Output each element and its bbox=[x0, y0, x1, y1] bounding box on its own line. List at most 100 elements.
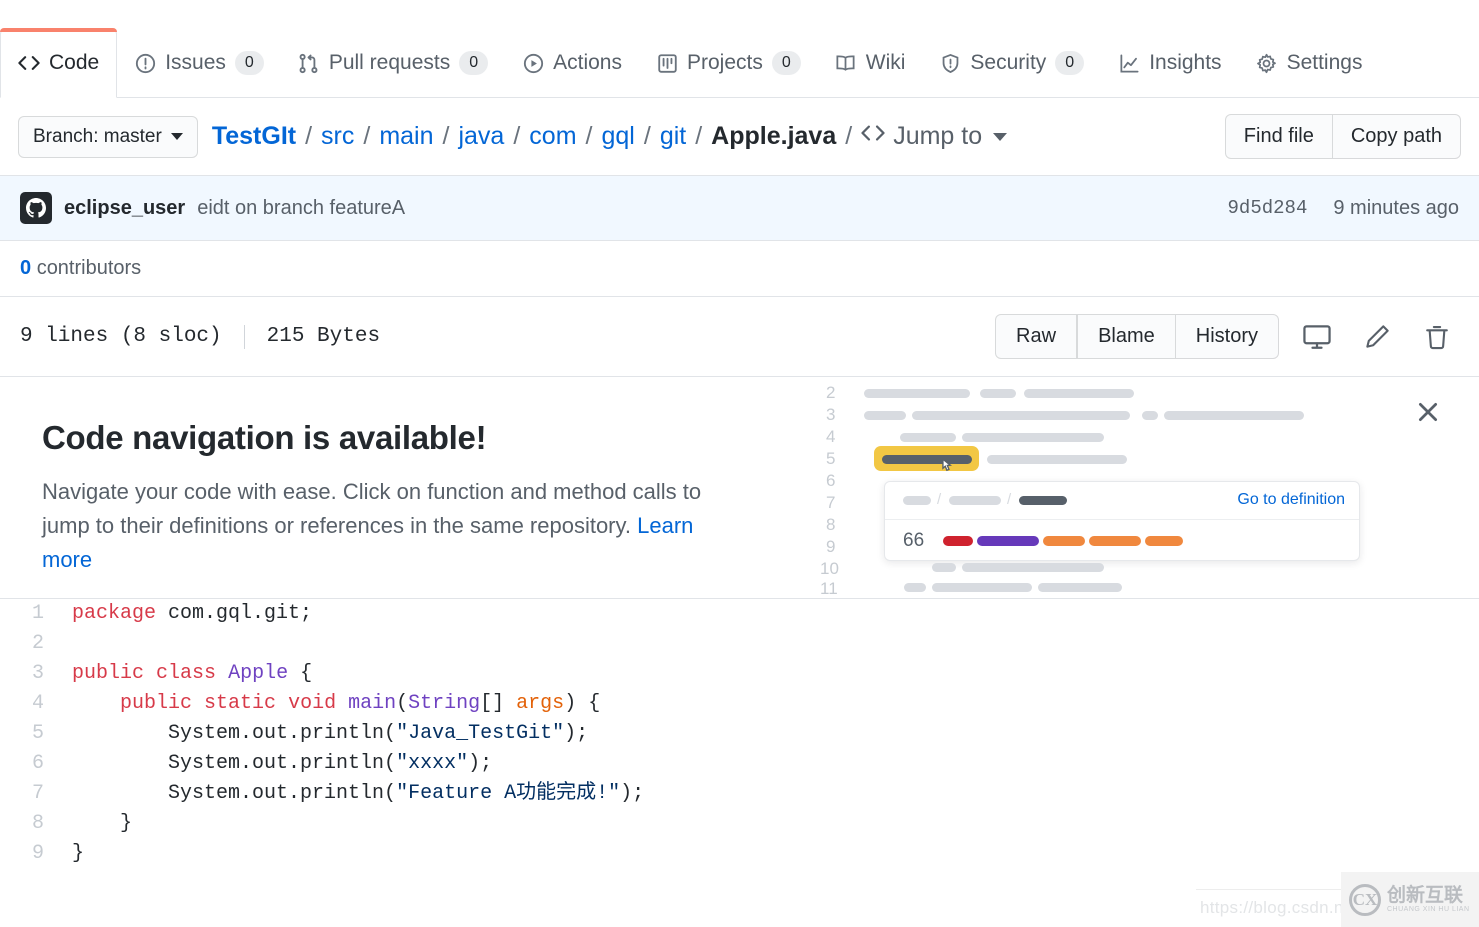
code-line-row: 8 } bbox=[0, 809, 1479, 839]
go-to-definition-link[interactable]: Go to definition bbox=[1237, 491, 1345, 509]
code-line-number[interactable]: 2 bbox=[0, 629, 62, 659]
illustration-line-number: 8 bbox=[826, 515, 835, 535]
code-line-number[interactable]: 9 bbox=[0, 839, 62, 869]
breadcrumb-folder-main[interactable]: main bbox=[379, 122, 433, 151]
code-line-content[interactable]: package com.gql.git; bbox=[62, 599, 1479, 629]
code-line-content[interactable]: System.out.println("xxxx"); bbox=[62, 749, 1479, 779]
illustration-bar-active bbox=[882, 455, 972, 464]
illustration-line-number: 6 bbox=[826, 471, 835, 491]
code-line-content[interactable]: System.out.println("Java_TestGit"); bbox=[62, 719, 1479, 749]
close-icon[interactable] bbox=[1411, 395, 1445, 429]
code-token: } bbox=[72, 812, 132, 835]
code-token: void bbox=[288, 692, 336, 715]
tab-issues-count: 0 bbox=[235, 51, 264, 76]
code-navigation-title: Code navigation is available! bbox=[42, 419, 760, 457]
commit-sha[interactable]: 9d5d284 bbox=[1228, 197, 1308, 219]
code-token: ) { bbox=[564, 692, 600, 715]
breadcrumb-separator: / bbox=[296, 122, 321, 151]
branch-selector-label: Branch: master bbox=[33, 126, 162, 148]
illustration-line-number: 9 bbox=[826, 537, 835, 557]
file-content-code: 1package com.gql.git;23public class Appl… bbox=[0, 599, 1479, 869]
tab-security[interactable]: Security 0 bbox=[922, 29, 1101, 97]
breadcrumb-folder-src[interactable]: src bbox=[321, 122, 354, 151]
tab-projects[interactable]: Projects 0 bbox=[639, 29, 818, 97]
breadcrumb-repo[interactable]: TestGIt bbox=[212, 122, 296, 151]
breadcrumb-folder-java[interactable]: java bbox=[458, 122, 504, 151]
code-line-number[interactable]: 6 bbox=[0, 749, 62, 779]
code-token: package bbox=[72, 602, 156, 625]
breadcrumb-folder-git[interactable]: git bbox=[660, 122, 686, 151]
commit-author[interactable]: eclipse_user bbox=[64, 197, 185, 220]
breadcrumb-file: Apple.java bbox=[711, 122, 836, 151]
watermark-logo-text: 创新互联 CHUANG XIN HU LIAN bbox=[1387, 886, 1470, 913]
illustration-bar bbox=[949, 496, 1001, 505]
illustration-bar bbox=[1024, 389, 1134, 398]
code-token: [] bbox=[480, 692, 516, 715]
illustration-bar bbox=[864, 411, 906, 420]
illustration-bar bbox=[962, 433, 1104, 442]
popup-line-number: 66 bbox=[903, 530, 924, 552]
code-token: ( bbox=[396, 692, 408, 715]
code-line-content[interactable]: System.out.println("Feature A功能完成!"); bbox=[62, 779, 1479, 809]
github-file-view-page: Code Issues 0 Pull requests 0 Actions bbox=[0, 0, 1479, 927]
breadcrumb-separator: / bbox=[836, 122, 861, 151]
code-line-number[interactable]: 8 bbox=[0, 809, 62, 839]
tab-pull-requests[interactable]: Pull requests 0 bbox=[281, 29, 505, 97]
history-button[interactable]: History bbox=[1176, 314, 1279, 359]
tab-issues[interactable]: Issues 0 bbox=[117, 29, 281, 97]
desktop-download-icon[interactable] bbox=[1295, 315, 1339, 359]
find-file-button[interactable]: Find file bbox=[1225, 114, 1333, 159]
code-token bbox=[144, 662, 156, 685]
breadcrumb-separator: / bbox=[354, 122, 379, 151]
pencil-icon[interactable] bbox=[1355, 315, 1399, 359]
illustration-bar bbox=[864, 389, 970, 398]
tab-wiki[interactable]: Wiki bbox=[818, 29, 923, 97]
copy-path-button[interactable]: Copy path bbox=[1333, 114, 1461, 159]
code-navigation-illustration: 2 3 4 5 6 7 8 9 10 11 bbox=[812, 377, 1372, 599]
illustration-bar bbox=[932, 583, 1032, 592]
popup-header: / / Go to definition bbox=[885, 482, 1359, 520]
code-line-row: 6 System.out.println("xxxx"); bbox=[0, 749, 1479, 779]
illustration-bar bbox=[900, 433, 956, 442]
trash-icon[interactable] bbox=[1415, 315, 1459, 359]
code-line-content[interactable]: } bbox=[62, 809, 1479, 839]
code-line-number[interactable]: 3 bbox=[0, 659, 62, 689]
code-token bbox=[336, 692, 348, 715]
illustration-bar bbox=[987, 455, 1127, 464]
code-line-number[interactable]: 7 bbox=[0, 779, 62, 809]
book-icon bbox=[835, 52, 857, 74]
code-brackets-icon bbox=[861, 121, 885, 152]
contributors-row[interactable]: 0 contributors bbox=[0, 241, 1479, 296]
code-line-number[interactable]: 5 bbox=[0, 719, 62, 749]
commit-message[interactable]: eidt on branch featureA bbox=[197, 197, 405, 220]
jump-to-button[interactable]: Jump to bbox=[861, 121, 1007, 152]
code-line-number[interactable]: 4 bbox=[0, 689, 62, 719]
code-token: String bbox=[408, 692, 480, 715]
tab-projects-count: 0 bbox=[772, 51, 801, 76]
file-action-buttons: Raw Blame History bbox=[995, 314, 1459, 359]
chevron-down-icon bbox=[171, 133, 183, 140]
illustration-line-number: 7 bbox=[826, 493, 835, 513]
tab-code[interactable]: Code bbox=[0, 28, 117, 98]
code-line-number[interactable]: 1 bbox=[0, 599, 62, 629]
code-line-content[interactable]: } bbox=[62, 839, 1479, 869]
breadcrumb-folder-gql[interactable]: gql bbox=[601, 122, 634, 151]
code-line-content[interactable]: public static void main(String[] args) { bbox=[62, 689, 1479, 719]
tab-actions[interactable]: Actions bbox=[505, 29, 639, 97]
contributors-count: 0 bbox=[20, 257, 31, 279]
code-token: "Java_TestGit" bbox=[396, 722, 564, 745]
commit-meta: 9d5d284 9 minutes ago bbox=[1228, 197, 1459, 220]
tab-settings[interactable]: Settings bbox=[1239, 29, 1380, 97]
code-token: args bbox=[516, 692, 564, 715]
code-token: System.out.println( bbox=[72, 782, 396, 805]
popup-path-separator: / bbox=[937, 491, 941, 508]
tab-insights[interactable]: Insights bbox=[1101, 29, 1238, 97]
code-line-content[interactable]: public class Apple { bbox=[62, 659, 1479, 689]
watermark-logo: CX 创新互联 CHUANG XIN HU LIAN bbox=[1341, 872, 1479, 927]
code-line-content[interactable] bbox=[62, 629, 1479, 659]
raw-button[interactable]: Raw bbox=[995, 314, 1077, 359]
blame-button[interactable]: Blame bbox=[1077, 314, 1176, 359]
code-token bbox=[276, 692, 288, 715]
branch-selector-button[interactable]: Branch: master bbox=[18, 116, 198, 158]
breadcrumb-folder-com[interactable]: com bbox=[529, 122, 576, 151]
